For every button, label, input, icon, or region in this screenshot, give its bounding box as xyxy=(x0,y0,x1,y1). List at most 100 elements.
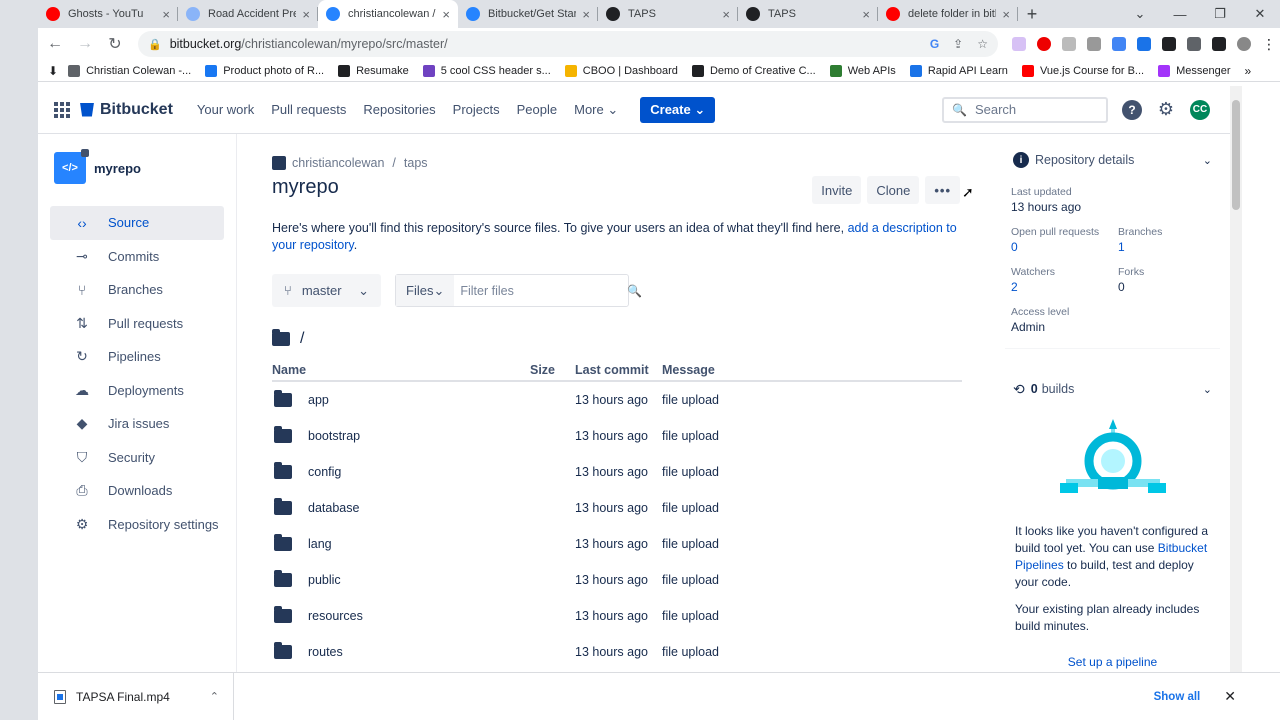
browser-tab[interactable]: Road Accident Pre × xyxy=(178,0,318,28)
sidebar-item-commits[interactable]: ⊸ Commits xyxy=(50,240,224,274)
sidebar-item-security[interactable]: ⛉ Security xyxy=(50,441,224,475)
bookmark-item[interactable]: CBOO | Dashboard xyxy=(564,64,678,77)
browser-tab[interactable]: TAPS × xyxy=(598,0,738,28)
topnav-people[interactable]: People xyxy=(517,102,557,118)
extension-icon[interactable] xyxy=(1012,37,1026,51)
extension-icon[interactable] xyxy=(1062,37,1076,51)
browser-tab[interactable]: delete folder in bitb × xyxy=(878,0,1018,28)
minimize-button[interactable]: — xyxy=(1160,7,1200,22)
google-icon[interactable]: G xyxy=(930,37,939,51)
breadcrumb-owner[interactable]: christiancolewan xyxy=(292,156,384,170)
reading-list-icon[interactable] xyxy=(1187,37,1201,51)
filter-files-input[interactable] xyxy=(454,275,628,306)
forward-icon[interactable]: → xyxy=(72,31,98,57)
table-row[interactable]: public 13 hours ago file upload xyxy=(272,562,962,598)
reload-icon[interactable]: ↻ xyxy=(102,31,128,57)
topnav-pull-requests[interactable]: Pull requests xyxy=(271,102,346,118)
scrollbar-thumb[interactable] xyxy=(1232,100,1240,210)
close-tab-icon[interactable]: × xyxy=(722,7,730,22)
table-row[interactable]: resources 13 hours ago file upload xyxy=(272,598,962,634)
chevron-up-icon[interactable]: ⌃ xyxy=(210,690,219,703)
commit-message[interactable]: file upload xyxy=(662,645,962,659)
tab-search-icon[interactable]: ⌄ xyxy=(1120,6,1160,22)
sidepanel-icon[interactable] xyxy=(1212,37,1226,51)
back-icon[interactable]: ← xyxy=(42,31,68,57)
sidebar-item-jira-issues[interactable]: ◆ Jira issues xyxy=(50,407,224,441)
close-download-bar-icon[interactable]: ✕ xyxy=(1224,688,1236,705)
watchers-value[interactable]: 2 xyxy=(1011,280,1118,294)
commit-message[interactable]: file upload xyxy=(662,573,962,587)
profile-icon[interactable] xyxy=(1237,37,1251,51)
file-name-link[interactable]: database xyxy=(308,501,359,515)
filter-type-dropdown[interactable]: Files ⌄ xyxy=(396,275,455,306)
commit-message[interactable]: file upload xyxy=(662,501,962,515)
address-bar[interactable]: 🔒 bitbucket.org/christiancolewan/myrepo/… xyxy=(138,31,998,57)
builds-toggle[interactable]: ⟲ 0 builds ⌄ xyxy=(1005,367,1220,411)
close-tab-icon[interactable]: × xyxy=(162,7,170,22)
sidebar-item-source[interactable]: ‹› Source xyxy=(50,206,224,240)
bookmark-item[interactable]: Christian Colewan -... xyxy=(68,64,191,77)
close-window-button[interactable]: ✕ xyxy=(1240,6,1280,22)
bookmark-star-icon[interactable]: ☆ xyxy=(977,37,988,51)
puzzle-icon[interactable] xyxy=(1162,37,1176,51)
download-item[interactable]: TAPSA Final.mp4 ⌃ xyxy=(38,672,234,720)
branches-value[interactable]: 1 xyxy=(1118,240,1218,254)
invite-button[interactable]: Invite xyxy=(812,176,862,204)
browser-tab[interactable]: christiancolewan / r × xyxy=(318,0,458,28)
kebab-menu-icon[interactable]: ⋮ xyxy=(1262,36,1276,53)
extension-icon[interactable] xyxy=(1137,37,1151,51)
bookmark-item[interactable]: Web APIs xyxy=(829,64,896,77)
file-name-link[interactable]: routes xyxy=(308,645,343,659)
table-row[interactable]: config 13 hours ago file upload xyxy=(272,454,962,490)
extension-icon[interactable] xyxy=(1087,37,1101,51)
table-row[interactable]: bootstrap 13 hours ago file upload xyxy=(272,418,962,454)
sidebar-item-deployments[interactable]: ☁ Deployments xyxy=(50,374,224,408)
show-all-downloads-button[interactable]: Show all xyxy=(1154,691,1201,703)
sidebar-item-pipelines[interactable]: ↻ Pipelines xyxy=(50,340,224,374)
app-switcher-icon[interactable] xyxy=(54,101,70,118)
file-name-link[interactable]: config xyxy=(308,465,341,479)
breadcrumb-project[interactable]: taps xyxy=(404,156,428,170)
branch-selector[interactable]: ⑂ master ⌄ xyxy=(272,274,381,307)
settings-gear-icon[interactable]: ⚙ xyxy=(1156,99,1176,120)
search-icon[interactable]: 🔍 xyxy=(627,284,650,298)
download-arrow-icon[interactable]: ⬇ xyxy=(48,64,58,78)
file-name-link[interactable]: lang xyxy=(308,537,332,551)
topnav-projects[interactable]: Projects xyxy=(453,102,500,118)
close-tab-icon[interactable]: × xyxy=(1002,7,1010,22)
topnav-repositories[interactable]: Repositories xyxy=(363,102,435,118)
commit-message[interactable]: file upload xyxy=(662,609,962,623)
more-actions-button[interactable]: ••• xyxy=(925,176,960,204)
search-input[interactable]: 🔍 Search xyxy=(942,96,1108,123)
file-name-link[interactable]: bootstrap xyxy=(308,429,360,443)
bookmark-item[interactable]: Rapid API Learn xyxy=(909,64,1008,77)
table-row[interactable]: database 13 hours ago file upload xyxy=(272,490,962,526)
close-tab-icon[interactable]: × xyxy=(862,7,870,22)
table-row[interactable]: app 13 hours ago file upload xyxy=(272,382,962,418)
repo-header[interactable]: </> myrepo xyxy=(54,149,236,184)
bookmark-item[interactable]: Messenger xyxy=(1158,64,1231,77)
repository-details-toggle[interactable]: i Repository details ⌄ xyxy=(1005,134,1220,186)
share-icon[interactable]: ⇪ xyxy=(953,37,963,51)
close-tab-icon[interactable]: × xyxy=(302,7,310,22)
browser-tab[interactable]: TAPS × xyxy=(738,0,878,28)
new-tab-button[interactable]: + xyxy=(1018,0,1046,28)
restore-button[interactable]: ❐ xyxy=(1200,6,1240,22)
create-button[interactable]: Create ⌄ xyxy=(640,96,716,123)
commit-message[interactable]: file upload xyxy=(662,393,962,407)
close-tab-icon[interactable]: × xyxy=(442,7,450,22)
more-bookmarks-icon[interactable]: » xyxy=(1245,64,1252,78)
browser-tab[interactable]: Bitbucket/Get Start × xyxy=(458,0,598,28)
open-prs-value[interactable]: 0 xyxy=(1011,240,1118,254)
file-name-link[interactable]: public xyxy=(308,573,341,587)
table-row[interactable]: lang 13 hours ago file upload xyxy=(272,526,962,562)
bookmark-item[interactable]: 5 cool CSS header s... xyxy=(422,64,551,77)
topnav-your-work[interactable]: Your work xyxy=(197,102,254,118)
avatar[interactable]: CC xyxy=(1190,99,1210,120)
extension-icon[interactable] xyxy=(1112,37,1126,51)
clone-button[interactable]: Clone xyxy=(867,176,920,204)
bookmark-item[interactable]: Product photo of R... xyxy=(205,64,324,77)
sidebar-item-branches[interactable]: ⑂ Branches xyxy=(50,273,224,307)
opera-icon[interactable] xyxy=(1037,37,1051,51)
bitbucket-logo[interactable]: Bitbucket xyxy=(80,101,173,119)
